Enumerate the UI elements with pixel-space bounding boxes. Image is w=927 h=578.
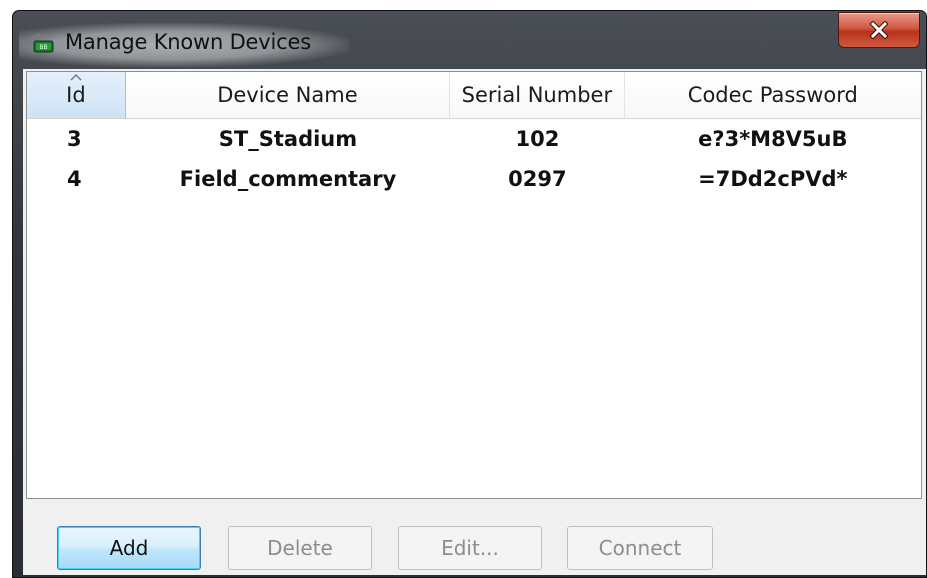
delete-button[interactable]: Delete <box>228 526 372 570</box>
list-rows: 3 ST_Stadium 102 e?3*M8V5uB 4 Field_comm… <box>27 119 921 199</box>
column-header-serial-number[interactable]: Serial Number <box>450 72 625 118</box>
column-header-label: Id <box>66 83 86 107</box>
table-row[interactable]: 4 Field_commentary 0297 =7Dd2cPVd* <box>27 159 921 199</box>
sort-ascending-icon <box>70 74 82 81</box>
edit-button[interactable]: Edit... <box>398 526 542 570</box>
column-header-device-name[interactable]: Device Name <box>126 72 451 118</box>
close-button[interactable] <box>838 12 920 48</box>
cell-id: 3 <box>67 127 82 151</box>
cell-codec-password: =7Dd2cPVd* <box>698 167 848 191</box>
title-bar[interactable]: BB Manage Known Devices <box>13 11 926 69</box>
cell-serial-number: 0297 <box>508 167 567 191</box>
list-header: Id Device Name Serial Number Codec Passw… <box>27 72 921 119</box>
column-header-label: Device Name <box>217 83 358 107</box>
cell-codec-password: e?3*M8V5uB <box>698 127 848 151</box>
column-header-id[interactable]: Id <box>27 72 126 118</box>
connect-button[interactable]: Connect <box>567 526 713 570</box>
cell-serial-number: 102 <box>515 127 560 151</box>
cell-device-name: ST_Stadium <box>218 127 358 151</box>
add-button[interactable]: Add <box>57 526 201 570</box>
column-header-codec-password[interactable]: Codec Password <box>625 72 921 118</box>
cell-device-name: Field_commentary <box>179 167 397 191</box>
window-title: Manage Known Devices <box>65 30 311 54</box>
column-header-label: Codec Password <box>687 83 858 107</box>
cell-id: 4 <box>67 167 82 191</box>
devices-list-view[interactable]: Id Device Name Serial Number Codec Passw… <box>26 71 922 499</box>
svg-text:BB: BB <box>39 44 47 51</box>
column-header-label: Serial Number <box>461 83 613 107</box>
manage-devices-window: BB Manage Known Devices Id Device Name S… <box>12 10 927 578</box>
button-bar: Add Delete Edit... Connect <box>23 501 926 575</box>
table-row[interactable]: 3 ST_Stadium 102 e?3*M8V5uB <box>27 119 921 159</box>
app-logo-icon: BB <box>27 32 55 54</box>
close-icon <box>869 21 889 39</box>
dialog-client-area: Id Device Name Serial Number Codec Passw… <box>23 69 926 575</box>
